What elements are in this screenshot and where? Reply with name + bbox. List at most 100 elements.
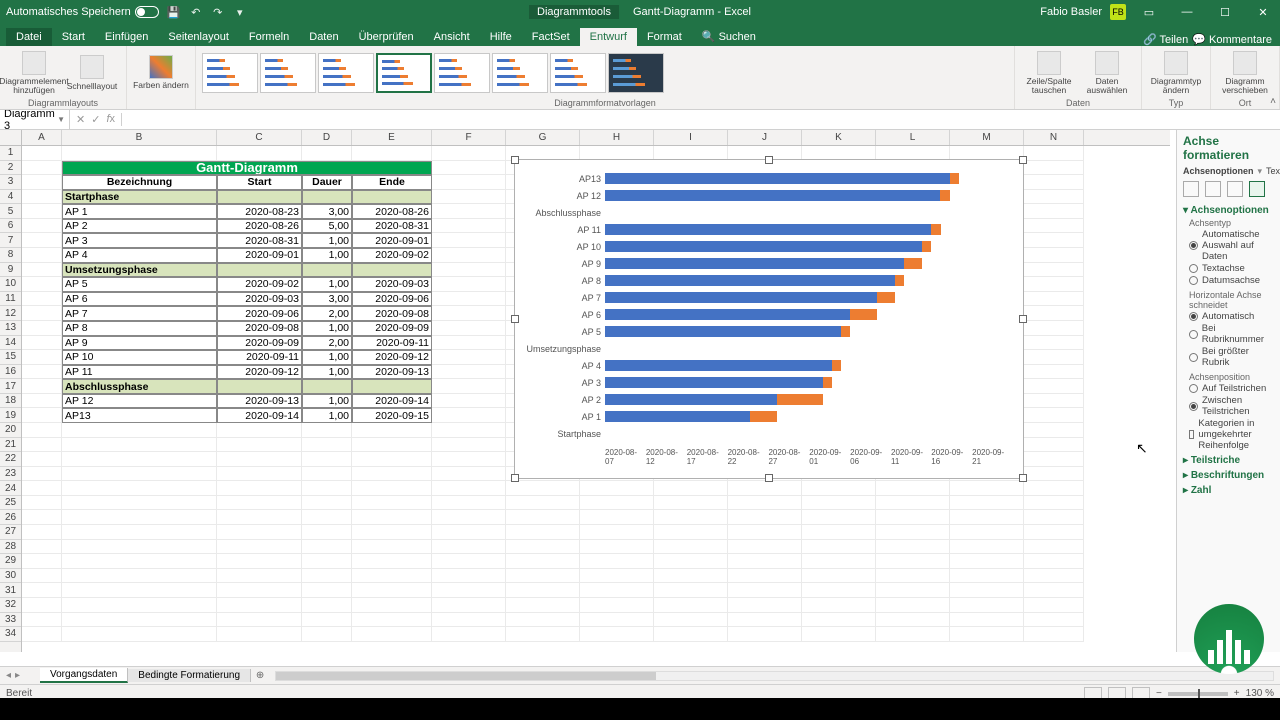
chart-bar-start[interactable] (605, 411, 750, 422)
col-header[interactable]: D (302, 130, 352, 145)
cell[interactable] (432, 394, 506, 409)
add-chart-element-button[interactable]: Diagrammelement hinzufügen (6, 50, 62, 96)
tab-start[interactable]: Start (52, 28, 95, 46)
move-chart-button[interactable]: Diagramm verschieben (1217, 50, 1273, 96)
cell[interactable] (802, 540, 876, 555)
tab-search[interactable]: 🔍 Suchen (692, 27, 766, 46)
chart-bar-start[interactable] (605, 275, 895, 286)
cell[interactable] (22, 175, 62, 190)
row-header[interactable]: 16 (0, 365, 21, 380)
change-colors-button[interactable]: Farben ändern (133, 50, 189, 96)
cell[interactable] (728, 481, 802, 496)
cell[interactable] (1024, 569, 1084, 584)
cell[interactable] (728, 598, 802, 613)
col-header[interactable]: A (22, 130, 62, 145)
cell[interactable] (62, 627, 217, 642)
cell[interactable] (22, 598, 62, 613)
cell[interactable] (22, 423, 62, 438)
cell[interactable] (1024, 321, 1084, 336)
cell[interactable]: 2020-09-14 (352, 394, 432, 409)
cell[interactable] (580, 627, 654, 642)
cell[interactable] (506, 627, 580, 642)
chart-style-thumb[interactable] (550, 53, 606, 93)
cell[interactable]: AP 12 (62, 394, 217, 409)
fp-section-ticks[interactable]: ▸ Teilstriche (1183, 455, 1278, 466)
cell[interactable]: 3,00 (302, 292, 352, 307)
cell[interactable] (432, 438, 506, 453)
maximize-icon[interactable]: ☐ (1210, 0, 1240, 24)
cell[interactable]: 1,00 (302, 233, 352, 248)
cell[interactable] (654, 525, 728, 540)
cell[interactable] (950, 627, 1024, 642)
cell[interactable]: 2020-09-06 (352, 292, 432, 307)
cell[interactable] (352, 569, 432, 584)
cell[interactable] (506, 481, 580, 496)
row-header[interactable]: 12 (0, 306, 21, 321)
cell[interactable] (1024, 525, 1084, 540)
cell[interactable] (654, 481, 728, 496)
cell[interactable] (302, 569, 352, 584)
cell[interactable] (22, 496, 62, 511)
cell[interactable] (950, 598, 1024, 613)
cell[interactable] (22, 438, 62, 453)
cell[interactable] (217, 452, 302, 467)
cell[interactable] (432, 219, 506, 234)
cell[interactable] (1024, 277, 1084, 292)
chart-style-thumb[interactable] (318, 53, 374, 93)
chart-style-thumb[interactable] (492, 53, 548, 93)
cell[interactable] (506, 496, 580, 511)
quick-layout-button[interactable]: Schnelllayout (64, 50, 120, 96)
cell[interactable]: 2020-08-26 (352, 204, 432, 219)
row-header[interactable]: 5 (0, 204, 21, 219)
cell[interactable] (352, 467, 432, 482)
col-header[interactable]: F (432, 130, 506, 145)
cell[interactable] (302, 496, 352, 511)
cell[interactable] (22, 204, 62, 219)
cell[interactable]: 2020-09-12 (217, 365, 302, 380)
cell[interactable] (728, 510, 802, 525)
fp-opt-h-cat[interactable]: Bei Rubriknummer (1183, 323, 1278, 345)
col-header[interactable]: C (217, 130, 302, 145)
tab-design[interactable]: Entwurf (580, 28, 637, 46)
cell[interactable] (62, 452, 217, 467)
cell[interactable] (302, 525, 352, 540)
fp-axis-icon[interactable] (1249, 181, 1265, 197)
row-header[interactable]: 19 (0, 408, 21, 423)
cell[interactable] (876, 627, 950, 642)
cell[interactable] (217, 467, 302, 482)
row-header[interactable]: 31 (0, 583, 21, 598)
cell[interactable]: AP 7 (62, 306, 217, 321)
cell[interactable] (352, 613, 432, 628)
sheet-tab-1[interactable]: Vorgangsdaten (40, 668, 128, 683)
fp-opt-p-between[interactable]: Zwischen Teilstrichen (1183, 395, 1278, 417)
cell[interactable]: 2020-09-03 (217, 292, 302, 307)
row-header[interactable]: 29 (0, 554, 21, 569)
cell[interactable] (432, 627, 506, 642)
fp-opt-date[interactable]: Datumsachse (1183, 275, 1278, 286)
cell[interactable] (352, 481, 432, 496)
cell[interactable] (352, 423, 432, 438)
cell[interactable] (432, 554, 506, 569)
minimize-icon[interactable]: — (1172, 0, 1202, 24)
cell[interactable] (217, 438, 302, 453)
cell[interactable]: 3,00 (302, 204, 352, 219)
cell[interactable] (1024, 233, 1084, 248)
cell[interactable] (302, 554, 352, 569)
cell[interactable] (352, 452, 432, 467)
cell[interactable] (876, 554, 950, 569)
cell[interactable] (1024, 583, 1084, 598)
row-header[interactable]: 25 (0, 496, 21, 511)
cell[interactable] (22, 627, 62, 642)
cell[interactable] (580, 540, 654, 555)
cell[interactable] (1024, 175, 1084, 190)
sheet-nav-prev-icon[interactable]: ◂ (6, 670, 11, 681)
cell[interactable] (432, 569, 506, 584)
cell[interactable] (432, 233, 506, 248)
cell[interactable] (62, 146, 217, 161)
cell[interactable] (432, 248, 506, 263)
cell[interactable] (802, 598, 876, 613)
chart-bar-duration[interactable] (823, 377, 832, 388)
cell[interactable]: 5,00 (302, 219, 352, 234)
cell[interactable] (728, 525, 802, 540)
row-header[interactable]: 1 (0, 146, 21, 161)
